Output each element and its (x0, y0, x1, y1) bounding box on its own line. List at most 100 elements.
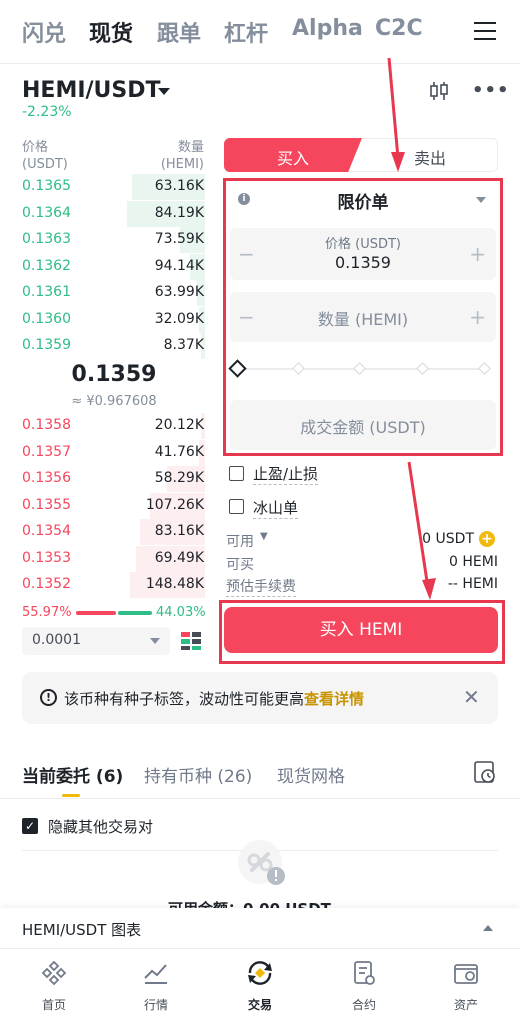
hide-other-pairs-checkbox[interactable]: ✓ (22, 818, 38, 834)
can-buy-label: 可买 (226, 557, 254, 573)
tp-sl-checkbox[interactable] (229, 466, 244, 481)
sell-tab[interactable]: 卖出 (362, 145, 498, 169)
orderbook-bid-row[interactable]: 0.1362 94.14K (0, 253, 210, 280)
orderbook-ask-row[interactable]: 0.1352 148.48K (0, 572, 210, 598)
fee-value: -- HEMI (447, 576, 498, 592)
orderbook-price: 0.1356 (22, 470, 71, 486)
qty-header-label: 数量 (177, 140, 204, 155)
tab-margin[interactable]: 杠杆 (224, 16, 268, 48)
pair-change: -2.23% (22, 104, 72, 120)
fee-label[interactable]: 预估手续费 (226, 576, 296, 597)
divider (0, 798, 520, 799)
nav-trade-label[interactable]: 交易 (220, 996, 300, 1013)
orderbook-qty: 20.12K (154, 417, 204, 433)
iceberg-checkbox[interactable] (229, 499, 244, 514)
nav-trade-icon[interactable] (220, 960, 300, 986)
nav-futures-icon[interactable] (324, 960, 404, 986)
chart-drawer-label[interactable]: HEMI/USDT 图表 (22, 919, 141, 940)
price-header-label: 价格 (22, 140, 49, 155)
nav-assets-icon[interactable] (426, 960, 506, 986)
pair-title[interactable]: HEMI/USDT (22, 78, 161, 103)
sell-ratio-bar (118, 611, 152, 615)
tab-alpha[interactable]: Alpha (292, 16, 363, 41)
nav-home-icon[interactable] (14, 960, 94, 986)
tab-convert[interactable]: 闪兑 (22, 16, 66, 48)
chevron-down-icon[interactable] (158, 88, 170, 95)
buy-ratio: 55.97% (22, 605, 72, 620)
iceberg-label[interactable]: 冰山单 (253, 497, 299, 519)
orderbook-price: 0.1354 (22, 523, 71, 539)
orderbook-bid-row[interactable]: 0.1359 8.37K (0, 333, 210, 359)
available-label: 可用 (226, 534, 254, 550)
price-header-unit: (USDT) (22, 157, 68, 172)
orderbook-bid-row[interactable]: 0.1363 73.59K (0, 227, 210, 253)
tab-spot[interactable]: 现货 (89, 16, 133, 48)
chevron-down-icon[interactable]: ▼ (260, 531, 268, 542)
sell-ratio: 44.03% (156, 605, 206, 620)
nav-markets-label[interactable]: 行情 (116, 996, 196, 1013)
orderbook-price: 0.1365 (22, 178, 71, 194)
orderbook-qty: 8.37K (163, 337, 204, 353)
orderbook-bid-row[interactable]: 0.1364 84.19K (0, 200, 210, 227)
orderbook-qty: 32.09K (154, 310, 204, 327)
candlestick-chart-icon[interactable] (428, 80, 450, 102)
close-icon[interactable]: ✕ (463, 685, 480, 709)
nav-futures-label[interactable]: 合约 (324, 996, 404, 1013)
tab-c2c[interactable]: C2C (375, 16, 423, 41)
order-history-icon[interactable] (473, 760, 497, 784)
chevron-down-icon (150, 638, 160, 644)
orderbook-bid-row[interactable]: 0.1360 32.09K (0, 306, 210, 333)
orderbook-bid-row[interactable]: 0.1365 63.16K (0, 174, 210, 200)
more-icon[interactable]: ••• (472, 82, 510, 100)
orderbook-qty: 94.14K (154, 257, 204, 274)
orderbook-qty: 84.19K (154, 204, 204, 221)
orderbook-price: 0.1358 (22, 417, 71, 433)
orderbook-qty: 41.76K (154, 443, 204, 460)
tp-sl-label[interactable]: 止盈/止损 (253, 463, 319, 485)
orderbook-price: 0.1364 (22, 204, 71, 221)
precision-select[interactable]: 0.0001 (22, 627, 170, 655)
empty-state-icon (238, 840, 285, 885)
tab-spot-grid[interactable]: 现货网格 (277, 762, 345, 787)
tab-copy-trading[interactable]: 跟单 (157, 16, 201, 48)
orderbook-qty: 83.16K (154, 523, 204, 539)
nav-markets-icon[interactable] (116, 960, 196, 986)
buy-ratio-bar (76, 611, 116, 615)
orderbook-qty: 69.49K (154, 549, 204, 566)
orderbook-layout-icon[interactable] (180, 630, 202, 652)
last-price[interactable]: 0.1359 (0, 362, 228, 387)
orderbook-qty-header: 数量 (HEMI) (161, 139, 204, 173)
nav-assets-label[interactable]: 资产 (426, 996, 506, 1013)
orderbook-qty: 58.29K (154, 470, 204, 486)
orderbook-price: 0.1353 (22, 549, 71, 566)
seed-tag-notice: ! 该币种有种子标签，波动性可能更高查看详情 ✕ (22, 672, 498, 724)
annotation-highlight-form (223, 178, 503, 456)
last-price-fiat: ≈ ¥0.967608 (71, 394, 157, 409)
exclamation-icon: ! (40, 689, 57, 706)
orderbook-ask-row[interactable]: 0.1353 69.49K (0, 545, 210, 572)
chevron-up-icon[interactable] (483, 925, 493, 931)
deposit-plus-icon[interactable]: + (479, 531, 495, 547)
orderbook-qty: 63.99K (154, 284, 204, 300)
menu-icon[interactable] (474, 22, 496, 42)
available-value: 0 USDT (422, 531, 474, 547)
orderbook-ask-row[interactable]: 0.1358 20.12K (0, 413, 210, 439)
divider (0, 63, 520, 64)
orderbook-price: 0.1359 (22, 337, 71, 353)
orderbook-price: 0.1357 (22, 443, 71, 460)
orderbook-bid-row[interactable]: 0.1361 63.99K (0, 280, 210, 306)
orderbook-qty: 107.26K (145, 496, 204, 513)
tab-holdings[interactable]: 持有币种 (26) (144, 762, 252, 787)
hide-other-pairs-label[interactable]: 隐藏其他交易对 (48, 816, 153, 837)
notice-details-link[interactable]: 查看详情 (304, 690, 364, 708)
can-buy-value: 0 HEMI (449, 554, 498, 570)
buy-tab[interactable]: 买入 (224, 145, 362, 169)
orderbook-qty: 73.59K (154, 231, 204, 247)
orderbook-ask-row[interactable]: 0.1356 58.29K (0, 466, 210, 492)
orderbook-ask-row[interactable]: 0.1354 83.16K (0, 519, 210, 545)
nav-home-label[interactable]: 首页 (14, 996, 94, 1013)
orderbook-ask-row[interactable]: 0.1355 107.26K (0, 492, 210, 519)
tab-open-orders[interactable]: 当前委托 (6) (22, 762, 123, 787)
top-nav: 闪兑 现货 跟单 杠杆 Alpha C2C (0, 0, 520, 64)
orderbook-ask-row[interactable]: 0.1357 41.76K (0, 439, 210, 466)
